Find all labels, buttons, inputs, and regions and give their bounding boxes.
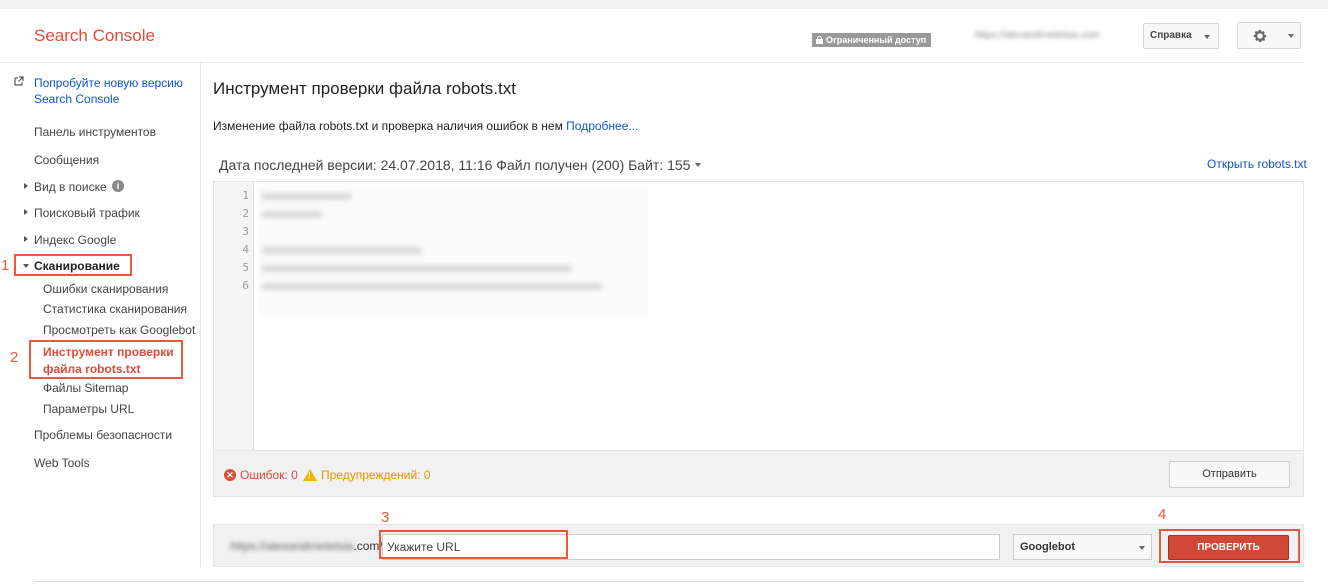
validation-bar: ✕ Ошибок: 0 ! Предупреждений: 0 Отправит… <box>213 451 1304 497</box>
chevron-down-icon <box>1288 34 1294 38</box>
annotation-number-3: 3 <box>381 509 390 526</box>
error-icon: ✕ <box>224 469 236 481</box>
submit-button[interactable]: Отправить <box>1169 461 1290 488</box>
sidebar-subitem-url-parameters[interactable]: Параметры URL <box>43 402 134 416</box>
warnings-count: ! Предупреждений: 0 <box>303 468 431 482</box>
sidebar-item-search-appearance[interactable]: Вид в поиске <box>34 180 107 194</box>
sidebar-item-security-issues[interactable]: Проблемы безопасности <box>34 428 172 442</box>
site-domain: https://alexandrnetelsia.com/ <box>230 539 383 553</box>
external-link-icon <box>14 76 24 86</box>
line-number: 6 <box>242 279 249 292</box>
sidebar-subitem-sitemaps[interactable]: Файлы Sitemap <box>43 381 128 395</box>
top-strip <box>0 0 1328 9</box>
annotation-number-1: 1 <box>1 257 10 274</box>
highlight-robots-tester <box>29 340 183 379</box>
app-logo[interactable]: Search Console <box>34 26 155 46</box>
highlight-check-button <box>1159 529 1300 563</box>
gear-icon <box>1253 29 1267 43</box>
blurred-robots-content <box>258 187 648 317</box>
line-number: 3 <box>242 225 249 238</box>
line-number: 4 <box>242 243 249 256</box>
sidebar-subitem-crawl-errors[interactable]: Ошибки сканирования <box>43 282 168 296</box>
sidebar-item-dashboard[interactable]: Панель инструментов <box>34 125 156 139</box>
warning-icon: ! <box>303 469 317 481</box>
help-button[interactable]: Справка <box>1143 23 1219 49</box>
line-number: 1 <box>242 189 249 202</box>
version-info: Дата последней версии: 24.07.2018, 11:16… <box>219 157 691 173</box>
sidebar-subitem-fetch-as-googlebot[interactable]: Просмотреть как Googlebot <box>43 323 195 337</box>
sidebar-item-search-traffic[interactable]: Поисковый трафик <box>34 206 140 220</box>
lock-icon <box>816 36 823 44</box>
sidebar-item-messages[interactable]: Сообщения <box>34 153 99 167</box>
restricted-access-label: Ограниченный доступ <box>826 35 927 45</box>
header: Search Console Ограниченный доступ https… <box>0 9 1328 62</box>
chevron-right-icon <box>24 183 28 189</box>
sidebar-item-web-tools[interactable]: Web Tools <box>34 456 90 470</box>
domain-prefix: https://alexandrnetelsia <box>230 539 354 553</box>
warnings-label: Предупреждений: 0 <box>321 468 431 482</box>
chevron-right-icon <box>24 209 28 215</box>
url-test-bar: https://alexandrnetelsia.com/ Googlebot … <box>213 524 1304 567</box>
highlight-url-input <box>379 530 568 559</box>
user-agent-select[interactable]: Googlebot <box>1013 534 1152 560</box>
chevron-down-icon <box>1204 35 1210 39</box>
annotation-number-4: 4 <box>1158 506 1167 523</box>
page-title: Инструмент проверки файла robots.txt <box>213 79 516 98</box>
line-number: 5 <box>242 261 249 274</box>
sidebar-subitem-crawl-stats[interactable]: Статистика сканирования <box>43 302 187 316</box>
header-divider <box>0 62 1304 63</box>
learn-more-link[interactable]: Подробнее... <box>566 119 638 133</box>
open-robots-link[interactable]: Открыть robots.txt <box>1207 157 1307 171</box>
errors-label: Ошибок: 0 <box>240 468 298 482</box>
restricted-access-badge: Ограниченный доступ <box>812 33 932 47</box>
line-number-gutter: 1 2 3 4 5 6 <box>214 182 254 450</box>
site-selector[interactable]: https://alexandrnetelsia.com <box>975 30 1100 41</box>
user-agent-selected: Googlebot <box>1020 541 1075 553</box>
highlight-crawl <box>14 254 132 276</box>
try-new-version-link[interactable]: Попробуйте новую версию Search Console <box>34 75 194 107</box>
description-text: Изменение файла robots.txt и проверка на… <box>213 119 563 133</box>
chevron-right-icon <box>24 236 28 242</box>
version-selector[interactable]: Дата последней версии: 24.07.2018, 11:16… <box>219 157 702 173</box>
annotation-number-2: 2 <box>10 349 19 366</box>
page-description: Изменение файла robots.txt и проверка на… <box>213 119 638 133</box>
sidebar-item-google-index[interactable]: Индекс Google <box>34 233 116 247</box>
robots-editor[interactable]: 1 2 3 4 5 6 <box>213 181 1304 451</box>
chevron-down-icon <box>695 163 702 167</box>
chevron-down-icon <box>1139 546 1145 550</box>
help-button-label: Справка <box>1150 30 1192 41</box>
info-icon[interactable]: i <box>112 180 124 192</box>
line-number: 2 <box>242 207 249 220</box>
footer-divider <box>34 581 1304 582</box>
settings-button[interactable] <box>1237 22 1301 49</box>
sidebar-divider <box>200 62 201 567</box>
errors-count: ✕ Ошибок: 0 <box>224 468 298 482</box>
